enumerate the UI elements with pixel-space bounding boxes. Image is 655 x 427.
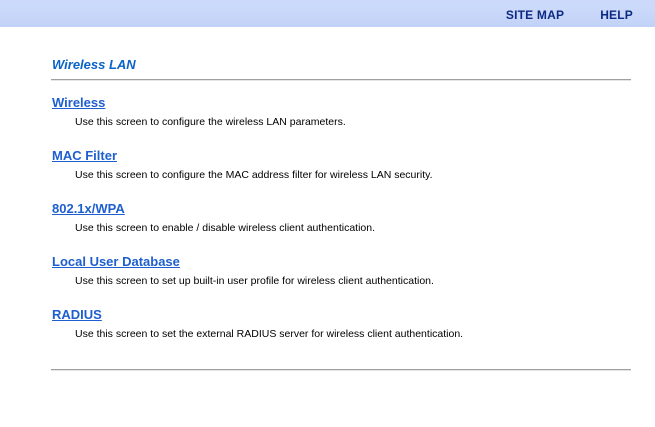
- radius-description: Use this screen to set the external RADI…: [75, 328, 464, 340]
- radius-link[interactable]: RADIUS: [52, 307, 463, 322]
- wireless-link[interactable]: Wireless: [52, 95, 346, 110]
- mac-filter-link[interactable]: MAC Filter: [52, 148, 433, 163]
- bottom-divider: [51, 369, 631, 371]
- section-wireless: Wireless Use this screen to configure th…: [52, 95, 346, 128]
- section-local-user-database: Local User Database Use this screen to s…: [52, 254, 434, 287]
- top-nav: SITE MAP HELP: [506, 8, 633, 22]
- wireless-description: Use this screen to configure the wireles…: [75, 116, 346, 128]
- section-mac-filter: MAC Filter Use this screen to configure …: [52, 148, 433, 181]
- 8021x-wpa-link[interactable]: 802.1x/WPA: [52, 201, 375, 216]
- site-map-link[interactable]: SITE MAP: [506, 8, 564, 22]
- header-band: SITE MAP HELP: [0, 0, 655, 27]
- section-8021x-wpa: 802.1x/WPA Use this screen to enable / d…: [52, 201, 375, 234]
- page-title: Wireless LAN: [52, 57, 136, 72]
- help-link[interactable]: HELP: [600, 8, 633, 22]
- mac-filter-description: Use this screen to configure the MAC add…: [75, 169, 433, 181]
- header-stripe: [0, 0, 655, 5]
- 8021x-wpa-description: Use this screen to enable / disable wire…: [75, 222, 375, 234]
- local-user-database-link[interactable]: Local User Database: [52, 254, 434, 269]
- title-divider: [51, 79, 631, 81]
- local-user-database-description: Use this screen to set up built-in user …: [75, 275, 434, 287]
- section-radius: RADIUS Use this screen to set the extern…: [52, 307, 463, 340]
